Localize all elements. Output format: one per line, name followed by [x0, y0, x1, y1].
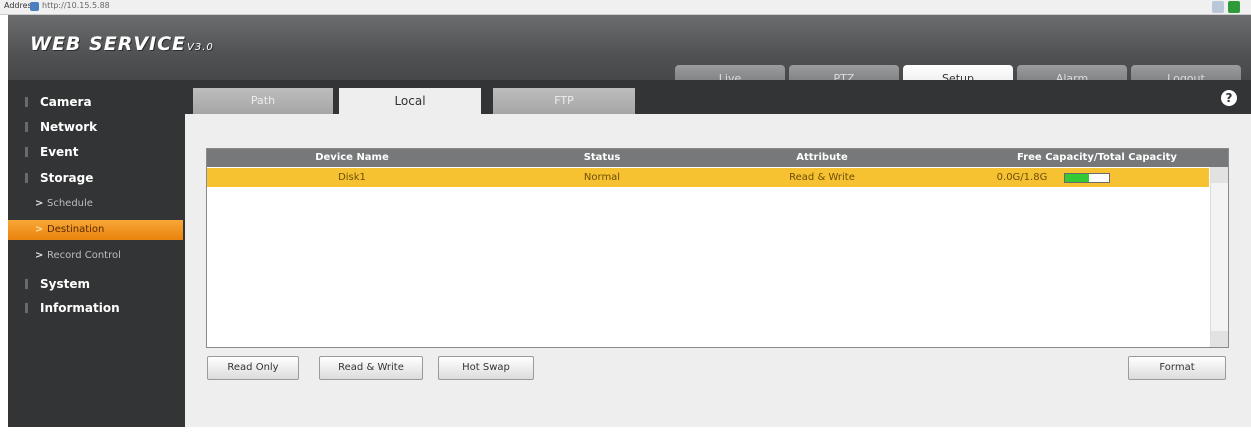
- column-header-attribute: Attribute: [796, 152, 848, 163]
- sidebar-item-label: System: [40, 277, 90, 291]
- sidebar-item-label: Event: [40, 145, 79, 159]
- sidebar-item-network[interactable]: Network: [8, 116, 183, 138]
- sidebar-item-storage[interactable]: Storage: [8, 167, 183, 189]
- sidebar-item-label: Network: [40, 120, 98, 134]
- sidebar-item-label: Information: [40, 301, 120, 315]
- tab-local[interactable]: Local: [339, 88, 481, 114]
- sidebar-subitem-schedule[interactable]: > Schedule: [8, 194, 183, 214]
- bullet-icon: [25, 122, 28, 132]
- main-area: Camera Network Event Storage > Schedule …: [8, 80, 1251, 427]
- chevron-right-icon: >: [35, 250, 44, 261]
- browser-bar: Address http://10.15.5.88: [0, 0, 1251, 15]
- table-scrollbar[interactable]: [1210, 167, 1228, 347]
- table-row[interactable]: Disk1 Normal Read & Write 0.0G/1.8G: [207, 168, 1209, 187]
- column-header-status: Status: [583, 152, 621, 163]
- help-icon[interactable]: ?: [1221, 90, 1237, 106]
- address-url[interactable]: http://10.15.5.88: [42, 1, 110, 10]
- tab-path[interactable]: Path: [193, 88, 333, 114]
- sidebar-item-camera[interactable]: Camera: [8, 91, 183, 113]
- cell-capacity: 0.0G/1.8G: [996, 172, 1048, 183]
- sidebar-subitem-record-control[interactable]: > Record Control: [8, 246, 183, 266]
- sidebar-item-event[interactable]: Event: [8, 141, 183, 163]
- sidebar-item-label: Storage: [40, 171, 94, 185]
- bullet-icon: [25, 97, 28, 107]
- chevron-right-icon: >: [35, 224, 44, 235]
- capacity-bar: [1064, 173, 1110, 183]
- browser-go-icon[interactable]: [1228, 1, 1240, 13]
- subtab-bar: Path Local FTP ?: [185, 80, 1251, 114]
- sidebar-subitem-label: Destination: [47, 224, 105, 235]
- chevron-right-icon: >: [35, 198, 44, 209]
- scroll-down-icon[interactable]: [1211, 331, 1228, 347]
- column-header-capacity: Free Capacity/Total Capacity: [1017, 152, 1177, 163]
- cell-status: Normal: [583, 172, 621, 183]
- page-icon: [30, 2, 39, 11]
- format-button[interactable]: Format: [1128, 356, 1226, 380]
- hot-swap-button[interactable]: Hot Swap: [438, 356, 534, 380]
- sidebar-item-label: Camera: [40, 95, 92, 109]
- bullet-icon: [25, 303, 28, 313]
- disk-table: Device Name Status Attribute Free Capaci…: [206, 148, 1229, 348]
- logo: WEB SERVICEV3.0: [30, 33, 214, 55]
- cell-device-name: Disk1: [338, 172, 366, 183]
- sidebar-item-system[interactable]: System: [8, 273, 183, 295]
- read-only-button[interactable]: Read Only: [207, 356, 299, 380]
- bullet-icon: [25, 173, 28, 183]
- sidebar-item-information[interactable]: Information: [8, 297, 183, 319]
- app-header: WEB SERVICEV3.0 Live PTZ Setup Alarm Log…: [8, 15, 1251, 93]
- column-header-device-name: Device Name: [315, 152, 389, 163]
- scroll-up-icon[interactable]: [1211, 167, 1228, 183]
- sidebar-subitem-destination[interactable]: > Destination: [8, 220, 183, 240]
- read-write-button[interactable]: Read & Write: [319, 356, 423, 380]
- logo-version: V3.0: [187, 42, 214, 53]
- bullet-icon: [25, 147, 28, 157]
- sidebar-subitem-label: Record Control: [47, 250, 121, 261]
- tab-ftp[interactable]: FTP: [493, 88, 635, 114]
- logo-text: WEB SERVICE: [30, 33, 187, 55]
- content-panel: Path Local FTP ? Device Name Status Attr…: [185, 80, 1251, 427]
- cell-attribute: Read & Write: [789, 172, 855, 183]
- capacity-bar-fill: [1065, 174, 1090, 182]
- bullet-icon: [25, 279, 28, 289]
- table-header: Device Name Status Attribute Free Capaci…: [207, 149, 1228, 167]
- browser-tray-icon[interactable]: [1212, 1, 1224, 13]
- sidebar-subitem-label: Schedule: [47, 198, 93, 209]
- sidebar: Camera Network Event Storage > Schedule …: [8, 80, 183, 427]
